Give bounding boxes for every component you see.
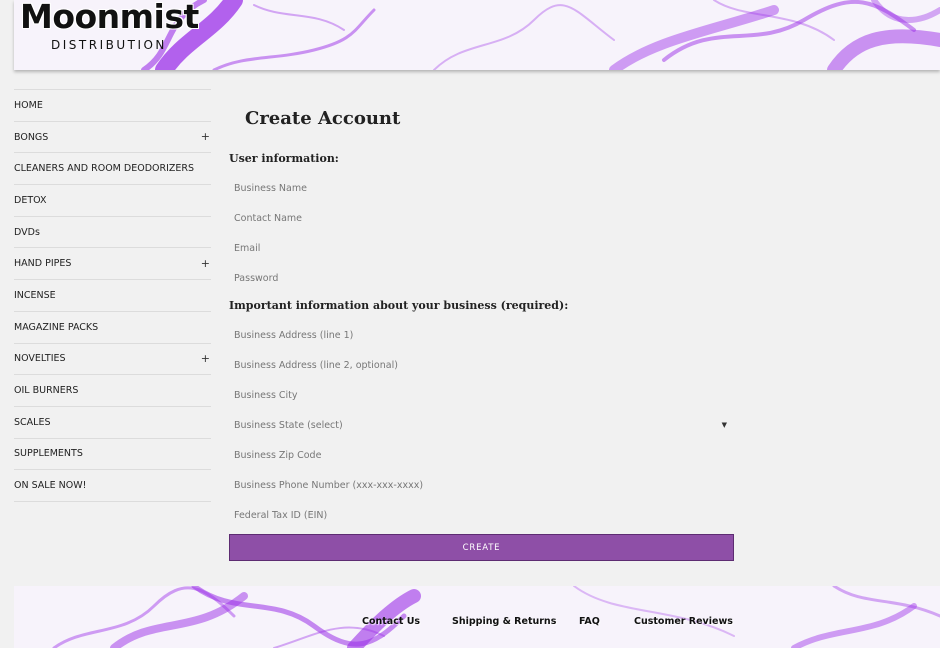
create-button[interactable]: CREATE bbox=[229, 534, 734, 561]
expand-icon[interactable]: + bbox=[201, 130, 210, 143]
business-info-heading: Important information about your busines… bbox=[229, 299, 569, 312]
address-line2-input[interactable] bbox=[229, 350, 733, 380]
brand-tagline: DISTRIBUTION bbox=[51, 38, 167, 52]
sidebar-item-novelties[interactable]: NOVELTIES + bbox=[14, 344, 211, 376]
state-select-label: Business State (select) bbox=[234, 419, 343, 431]
sidebar-item-scales[interactable]: SCALES bbox=[14, 407, 211, 439]
sidebar-item-incense[interactable]: INCENSE bbox=[14, 280, 211, 312]
sidebar-item-label: SCALES bbox=[14, 416, 51, 428]
tax-id-input[interactable] bbox=[229, 500, 733, 530]
sidebar-item-label: INCENSE bbox=[14, 289, 56, 301]
brand-name: Moonmist bbox=[20, 0, 199, 36]
footer-link-shipping-returns[interactable]: Shipping & Returns bbox=[452, 616, 556, 627]
sidebar-item-oil-burners[interactable]: OIL BURNERS bbox=[14, 375, 211, 407]
sidebar-item-label: DVDs bbox=[14, 226, 40, 238]
sidebar-item-magazine-packs[interactable]: MAGAZINE PACKS bbox=[14, 312, 211, 344]
address-line1-input[interactable] bbox=[229, 320, 733, 350]
city-input[interactable] bbox=[229, 380, 733, 410]
sidebar-item-on-sale[interactable]: ON SALE NOW! bbox=[14, 470, 211, 502]
sidebar-item-label: HOME bbox=[14, 99, 43, 111]
sidebar-item-label: NOVELTIES bbox=[14, 353, 66, 365]
sidebar-item-label: OIL BURNERS bbox=[14, 385, 79, 397]
sidebar-item-label: ON SALE NOW! bbox=[14, 480, 87, 492]
zip-code-input[interactable] bbox=[229, 440, 733, 470]
business-name-input[interactable] bbox=[229, 173, 733, 203]
expand-icon[interactable]: + bbox=[201, 352, 210, 365]
page-title: Create Account bbox=[245, 108, 401, 129]
phone-input[interactable] bbox=[229, 470, 733, 500]
sidebar-item-label: BONGS bbox=[14, 131, 49, 143]
email-input[interactable] bbox=[229, 233, 733, 263]
expand-icon[interactable]: + bbox=[201, 257, 210, 270]
sidebar-item-detox[interactable]: DETOX bbox=[14, 185, 211, 217]
brand-logo[interactable]: Moonmist DISTRIBUTION bbox=[20, 0, 200, 56]
sidebar-item-label: SUPPLEMENTS bbox=[14, 448, 83, 460]
site-header: Moonmist DISTRIBUTION bbox=[14, 0, 940, 70]
state-select[interactable]: Business State (select) ▼ bbox=[229, 410, 733, 440]
category-sidebar: HOME BONGS + CLEANERS AND ROOM DEODORIZER… bbox=[14, 89, 211, 502]
sidebar-item-label: MAGAZINE PACKS bbox=[14, 321, 99, 333]
sidebar-item-bongs[interactable]: BONGS + bbox=[14, 122, 211, 154]
user-info-heading: User information: bbox=[229, 152, 339, 165]
footer-link-contact-us[interactable]: Contact Us bbox=[362, 616, 420, 627]
caret-down-icon: ▼ bbox=[721, 421, 727, 429]
site-footer: Contact Us Shipping & Returns FAQ Custom… bbox=[14, 586, 940, 648]
footer-link-customer-reviews[interactable]: Customer Reviews bbox=[634, 616, 733, 627]
password-input[interactable] bbox=[229, 263, 733, 293]
sidebar-item-cleaners[interactable]: CLEANERS AND ROOM DEODORIZERS bbox=[14, 153, 211, 186]
sidebar-item-label: DETOX bbox=[14, 194, 47, 206]
sidebar-item-label: CLEANERS AND ROOM DEODORIZERS bbox=[14, 163, 195, 175]
contact-name-input[interactable] bbox=[229, 203, 733, 233]
sidebar-item-dvds[interactable]: DVDs bbox=[14, 217, 211, 249]
sidebar-item-home[interactable]: HOME bbox=[14, 90, 211, 122]
sidebar-item-supplements[interactable]: SUPPLEMENTS bbox=[14, 439, 211, 471]
sidebar-item-hand-pipes[interactable]: HAND PIPES + bbox=[14, 248, 211, 281]
sidebar-item-label: HAND PIPES bbox=[14, 258, 72, 270]
footer-link-faq[interactable]: FAQ bbox=[579, 616, 600, 627]
